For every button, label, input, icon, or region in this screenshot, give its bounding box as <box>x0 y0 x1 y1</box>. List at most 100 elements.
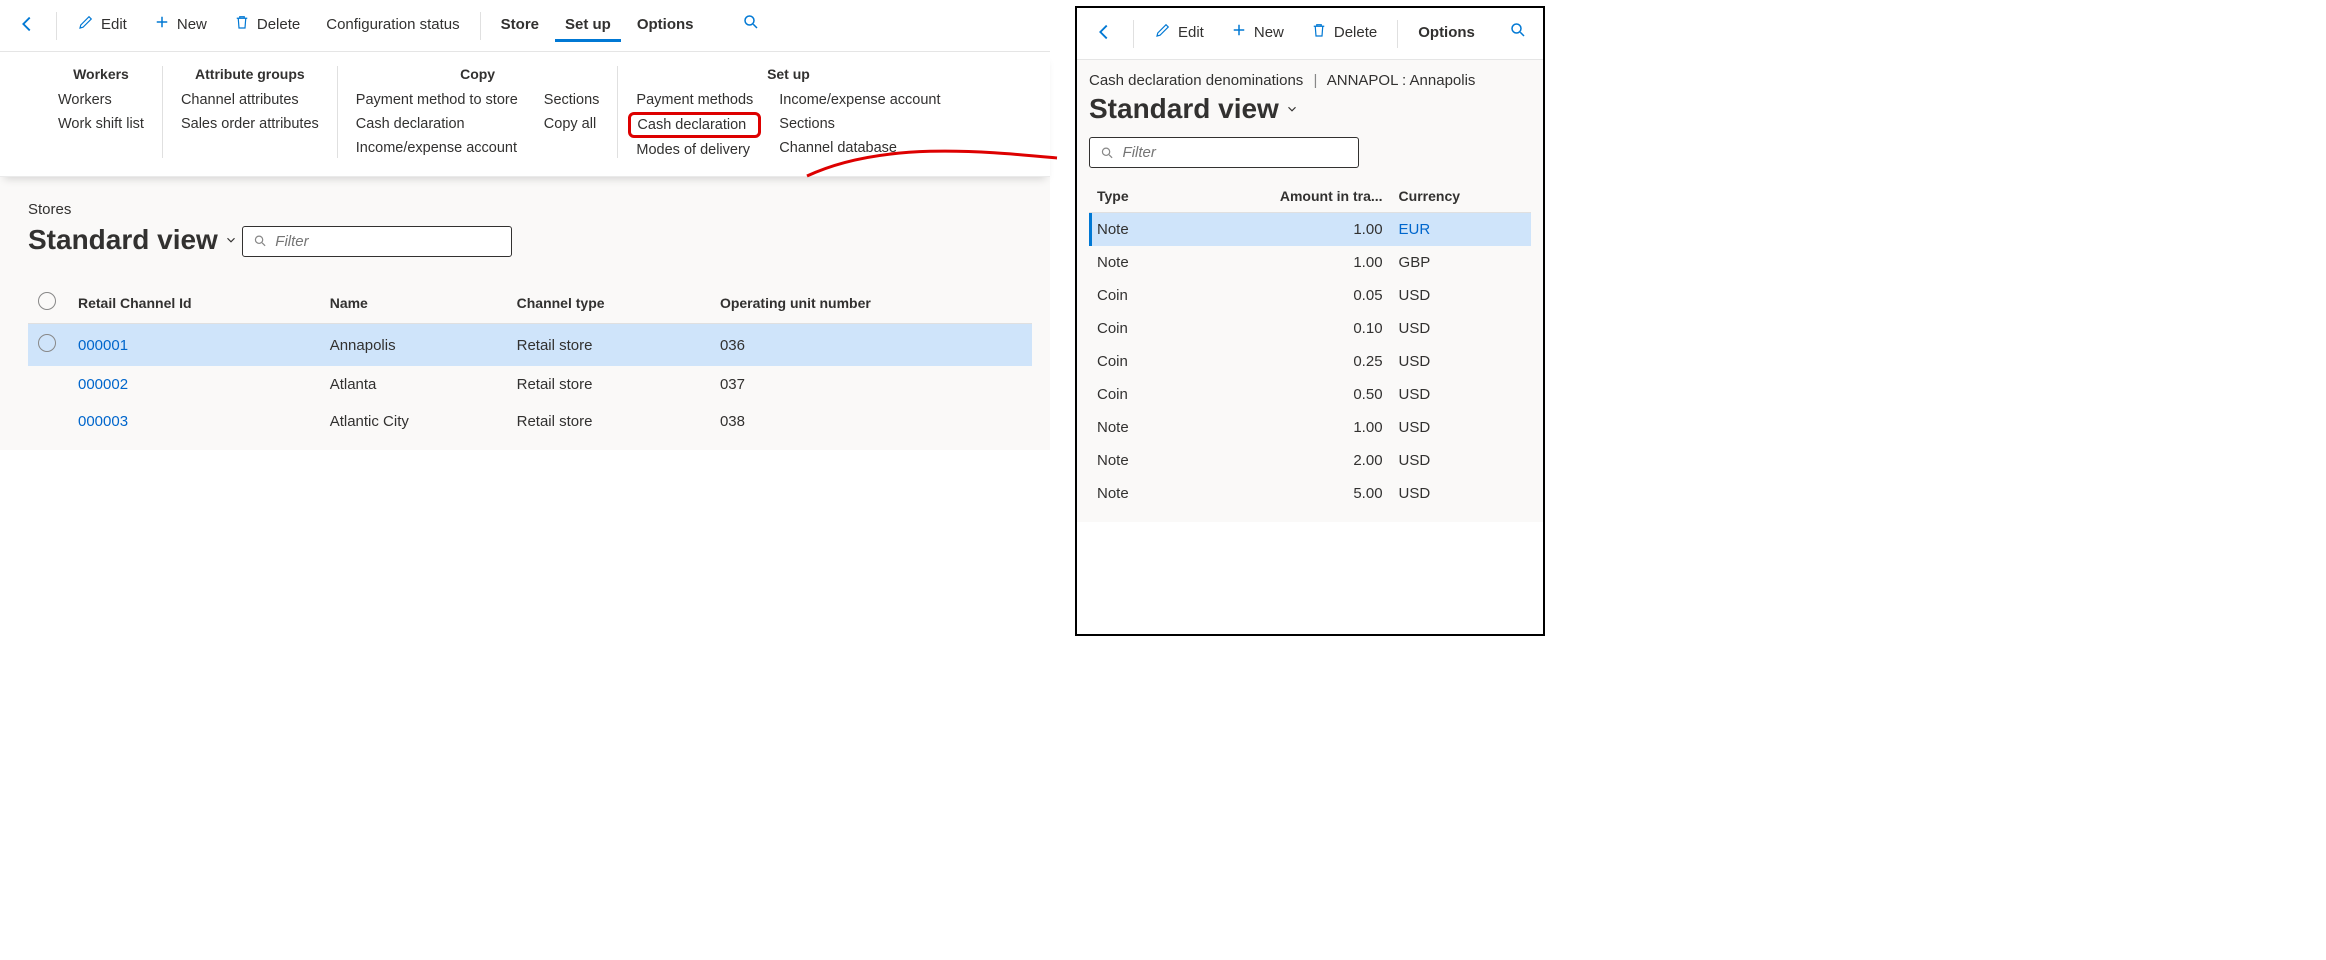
cell-amount: 2.00 <box>1175 444 1390 477</box>
view-title[interactable]: Standard view <box>28 224 238 256</box>
col-retail-channel-id[interactable]: Retail Channel Id <box>68 282 320 324</box>
cell-unit: 037 <box>710 366 1032 403</box>
back-button[interactable] <box>8 7 46 44</box>
ribbon-link[interactable]: Income/expense account <box>356 140 518 156</box>
search-icon <box>253 233 268 249</box>
row-select-radio[interactable] <box>38 334 56 352</box>
cell-amount: 1.00 <box>1175 213 1390 247</box>
search-icon <box>1100 145 1115 161</box>
trash-icon <box>233 13 251 35</box>
ribbon-link[interactable]: Work shift list <box>58 116 144 132</box>
toolbar-separator <box>1397 20 1398 48</box>
table-row[interactable]: Note1.00GBP <box>1089 246 1531 279</box>
toolbar-right: Edit New Delete Options <box>1077 8 1543 60</box>
search-icon <box>1509 21 1527 43</box>
cell-name: Atlanta <box>320 366 507 403</box>
ribbon-link[interactable]: Sections <box>779 116 940 132</box>
ribbon-link[interactable]: Workers <box>58 92 144 108</box>
view-title-right[interactable]: Standard view <box>1089 93 1299 125</box>
col-channel-type[interactable]: Channel type <box>507 282 710 324</box>
ribbon-link[interactable]: Cash declaration <box>356 116 518 132</box>
table-row[interactable]: 000002 AtlantaRetail store037 <box>28 366 1032 403</box>
new-button[interactable]: New <box>1220 15 1294 52</box>
delete-button[interactable]: Delete <box>1300 15 1387 52</box>
cell-type: Note <box>1089 477 1175 510</box>
filter-box[interactable] <box>242 226 512 257</box>
ribbon-group-title: Attribute groups <box>181 66 319 82</box>
stores-grid: Retail Channel Id Name Channel type Oper… <box>28 282 1032 440</box>
cell-currency: USD <box>1399 419 1431 436</box>
breadcrumb: Cash declaration denominations | ANNAPOL… <box>1089 66 1531 93</box>
ribbon-link[interactable]: Income/expense account <box>779 92 940 108</box>
table-row[interactable]: Note1.00USD <box>1089 411 1531 444</box>
toolbar-left: Edit New Delete Configuration status Sto… <box>0 0 1050 52</box>
col-amount[interactable]: Amount in tra... <box>1175 180 1390 213</box>
config-status-button[interactable]: Configuration status <box>316 10 469 42</box>
retail-channel-id-link[interactable]: 000003 <box>78 413 128 430</box>
col-name[interactable]: Name <box>320 282 507 324</box>
cell-currency: USD <box>1399 320 1431 337</box>
cell-type: Note <box>1089 213 1175 247</box>
table-row[interactable]: Note2.00USD <box>1089 444 1531 477</box>
ribbon-link[interactable]: Sections <box>544 92 600 108</box>
ribbon-link[interactable]: Cash declaration <box>628 112 761 138</box>
table-row[interactable]: Coin0.25USD <box>1089 345 1531 378</box>
col-type[interactable]: Type <box>1089 180 1175 213</box>
table-row[interactable]: Note5.00USD <box>1089 477 1531 510</box>
view-title-text: Standard view <box>28 224 218 256</box>
cell-currency[interactable]: EUR <box>1399 221 1431 238</box>
edit-label: Edit <box>101 16 127 33</box>
cell-name: Annapolis <box>320 324 507 367</box>
filter-box-right[interactable] <box>1089 137 1359 168</box>
ribbon-link[interactable]: Payment methods <box>636 92 753 108</box>
col-operating-unit[interactable]: Operating unit number <box>710 282 1032 324</box>
breadcrumb-separator: | <box>1313 72 1317 89</box>
tab-options[interactable]: Options <box>627 10 704 42</box>
new-button[interactable]: New <box>143 7 217 44</box>
ribbon-group: CopyPayment method to storeCash declarat… <box>338 66 619 158</box>
new-label: New <box>177 16 207 33</box>
tab-store[interactable]: Store <box>491 10 549 42</box>
cell-type: Retail store <box>507 366 710 403</box>
retail-channel-id-link[interactable]: 000001 <box>78 337 128 354</box>
retail-channel-id-link[interactable]: 000002 <box>78 376 128 393</box>
ribbon-link[interactable]: Copy all <box>544 116 600 132</box>
cell-amount: 1.00 <box>1175 411 1390 444</box>
plus-icon <box>153 13 171 35</box>
table-row[interactable]: Note1.00 EUR <box>1089 213 1531 247</box>
content-area: Stores Standard view Retail Channel Id N… <box>0 177 1050 450</box>
ribbon-link[interactable]: Payment method to store <box>356 92 518 108</box>
tab-options-label: Options <box>637 16 694 33</box>
chevron-down-icon <box>224 233 238 247</box>
edit-button[interactable]: Edit <box>67 7 137 44</box>
edit-button[interactable]: Edit <box>1144 15 1214 52</box>
ribbon-link[interactable]: Channel database <box>779 140 940 156</box>
table-row[interactable]: Coin0.50USD <box>1089 378 1531 411</box>
toolbar-separator <box>56 12 57 40</box>
breadcrumb-a[interactable]: Cash declaration denominations <box>1089 72 1303 89</box>
search-button[interactable] <box>1501 15 1535 52</box>
select-all-header[interactable] <box>28 282 68 324</box>
tab-setup[interactable]: Set up <box>555 10 621 42</box>
cell-type: Note <box>1089 246 1175 279</box>
ribbon-link[interactable]: Modes of delivery <box>636 142 753 158</box>
ribbon-link[interactable]: Channel attributes <box>181 92 319 108</box>
denominations-grid: Type Amount in tra... Currency Note1.00E… <box>1089 180 1531 510</box>
table-row[interactable]: Coin0.05USD <box>1089 279 1531 312</box>
page-label: Stores <box>28 201 1032 218</box>
filter-input[interactable] <box>275 233 500 250</box>
ribbon-link[interactable]: Sales order attributes <box>181 116 319 132</box>
table-row[interactable]: 000001AnnapolisRetail store036 <box>28 324 1032 367</box>
cell-amount: 0.25 <box>1175 345 1390 378</box>
col-currency[interactable]: Currency <box>1391 180 1531 213</box>
table-row[interactable]: 000003Atlantic CityRetail store038 <box>28 403 1032 440</box>
filter-input[interactable] <box>1123 144 1348 161</box>
back-button[interactable] <box>1085 15 1123 52</box>
delete-button[interactable]: Delete <box>223 7 310 44</box>
ribbon: WorkersWorkersWork shift listAttribute g… <box>0 52 1050 177</box>
cell-amount: 0.05 <box>1175 279 1390 312</box>
cell-type: Retail store <box>507 403 710 440</box>
tab-options[interactable]: Options <box>1408 18 1485 50</box>
search-button[interactable] <box>734 7 768 44</box>
table-row[interactable]: Coin0.10USD <box>1089 312 1531 345</box>
